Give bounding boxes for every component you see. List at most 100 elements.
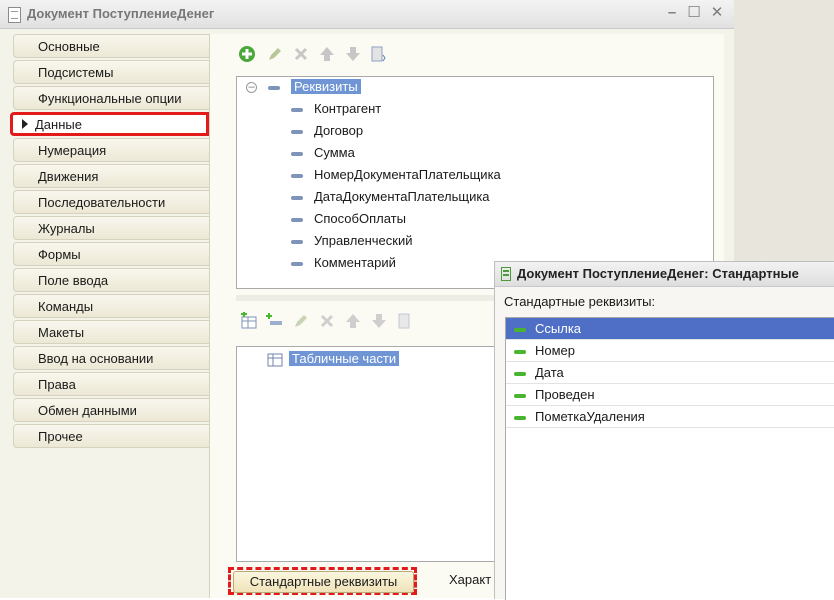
attribute-icon [514,415,526,420]
nav-label: Макеты [38,325,85,340]
tree-item[interactable]: Управленческий [291,231,413,251]
standard-attributes-list[interactable]: Ссылка Номер Дата Проведен ПометкаУдален… [505,317,834,600]
tree-item[interactable]: НомерДокументаПлательщика [291,165,501,185]
move-down-icon[interactable] [344,45,362,63]
list-item[interactable]: Дата [506,362,834,384]
nav-item-journals[interactable]: Журналы [13,216,209,240]
add-icon[interactable] [238,45,256,63]
document-icon [8,7,21,23]
attribute-icon [291,261,303,266]
list-item-label: Ссылка [535,321,582,336]
nav-item-numbering[interactable]: Нумерация [13,138,209,162]
popup-title-bar: Документ ПоступлениеДенег: Стандартные [495,262,834,287]
tree-item[interactable]: ДатаДокументаПлательщика [291,187,490,207]
add-column-icon[interactable] [265,312,283,330]
delete-icon[interactable] [318,312,336,330]
sort-list-icon[interactable] [369,45,387,63]
nav-item-data-exchange[interactable]: Обмен данными [13,398,209,422]
attribute-icon [514,393,526,398]
list-item-label: Проведен [535,387,595,402]
nav-item-commands[interactable]: Команды [13,294,209,318]
sort-list-icon[interactable] [396,312,414,330]
characteristics-button[interactable]: Характ [449,572,491,587]
tree-item[interactable]: Контрагент [291,99,381,119]
nav-item-sequences[interactable]: Последовательности [13,190,209,214]
nav-item-data[interactable]: Данные [10,112,209,136]
nav-label: Нумерация [38,143,107,158]
maximize-button[interactable]: ☐ [686,5,702,21]
tree-item-label: СпособОплаты [314,211,406,226]
nav-label: Формы [38,247,81,262]
attribute-icon [291,129,303,134]
list-item-label: Дата [535,365,564,380]
list-item[interactable]: Номер [506,340,834,362]
attribute-icon [291,107,303,112]
nav-item-input-field[interactable]: Поле ввода [13,268,209,292]
standard-attributes-highlight: Стандартные реквизиты [228,567,417,595]
list-item[interactable]: ПометкаУдаления [506,406,834,428]
tree-item-label: Управленческий [314,233,413,248]
nav-label: Движения [38,169,99,184]
move-up-icon[interactable] [344,312,362,330]
nav-item-main[interactable]: Основные [13,34,209,58]
list-item[interactable]: Ссылка [506,318,834,340]
sidebar-nav: Основные Подсистемы Функциональные опции… [10,34,209,450]
attribute-icon [291,239,303,244]
nav-label: Последовательности [38,195,166,210]
nav-label: Прочее [38,429,83,444]
attribute-icon [291,151,303,156]
table-icon [267,353,283,367]
nav-label: Права [38,377,76,392]
tree-item[interactable]: Комментарий [291,253,396,273]
move-down-icon[interactable] [370,312,388,330]
standard-attributes-window: Документ ПоступлениеДенег: Стандартные С… [494,261,834,600]
edit-icon[interactable] [292,312,310,330]
popup-title: Документ ПоступлениеДенег: Стандартные [517,266,799,281]
add-table-icon[interactable] [240,311,258,330]
nav-label: Данные [35,117,82,132]
tree-item-label: Договор [314,123,364,138]
tree-root-label: Табличные части [289,351,400,366]
nav-label: Обмен данными [38,403,137,418]
tree-item-label: НомерДокументаПлательщика [314,167,501,182]
standard-attributes-button[interactable]: Стандартные реквизиты [233,571,414,593]
nav-label: Ввод на основании [38,351,154,366]
nav-label: Подсистемы [38,65,114,80]
delete-icon[interactable] [292,45,310,63]
attribute-icon [291,173,303,178]
nav-item-movements[interactable]: Движения [13,164,209,188]
edit-icon[interactable] [266,45,284,63]
nav-item-forms[interactable]: Формы [13,242,209,266]
tree-root-attributes[interactable]: Реквизиты [268,77,361,97]
tree-item[interactable]: СпособОплаты [291,209,406,229]
nav-item-input-based-on[interactable]: Ввод на основании [13,346,209,370]
attribute-icon [291,217,303,222]
tree-root-tabular-parts[interactable]: Табличные части [267,349,400,369]
tree-item-label: Контрагент [314,101,382,116]
list-item-label: ПометкаУдаления [535,409,645,424]
nav-item-templates[interactable]: Макеты [13,320,209,344]
list-item[interactable]: Проведен [506,384,834,406]
attribute-icon [514,371,526,376]
title-bar: Документ ПоступлениеДенег – ☐ ✕ [0,0,734,29]
nav-item-functional-options[interactable]: Функциональные опции [13,86,209,110]
nav-item-rights[interactable]: Права [13,372,209,396]
nav-item-subsystems[interactable]: Подсистемы [13,60,209,84]
attribute-icon [291,195,303,200]
nav-item-other[interactable]: Прочее [13,424,209,448]
tree-item-label: ДатаДокументаПлательщика [314,189,490,204]
tree-item[interactable]: Договор [291,121,363,141]
move-up-icon[interactable] [318,45,336,63]
minimize-button[interactable]: – [664,5,680,21]
tree-item[interactable]: Сумма [291,143,355,163]
nav-label: Поле ввода [38,273,109,288]
list-item-label: Номер [535,343,576,358]
collapse-icon[interactable]: – [246,82,257,93]
nav-label: Функциональные опции [38,91,182,106]
close-button[interactable]: ✕ [709,5,725,21]
attribute-icon [268,85,280,90]
attribute-icon [514,349,526,354]
attributes-tree[interactable]: – Реквизиты Контрагент Договор Сумма Ном… [236,76,714,289]
tree-item-label: Комментарий [314,255,396,270]
nav-label: Команды [38,299,94,314]
